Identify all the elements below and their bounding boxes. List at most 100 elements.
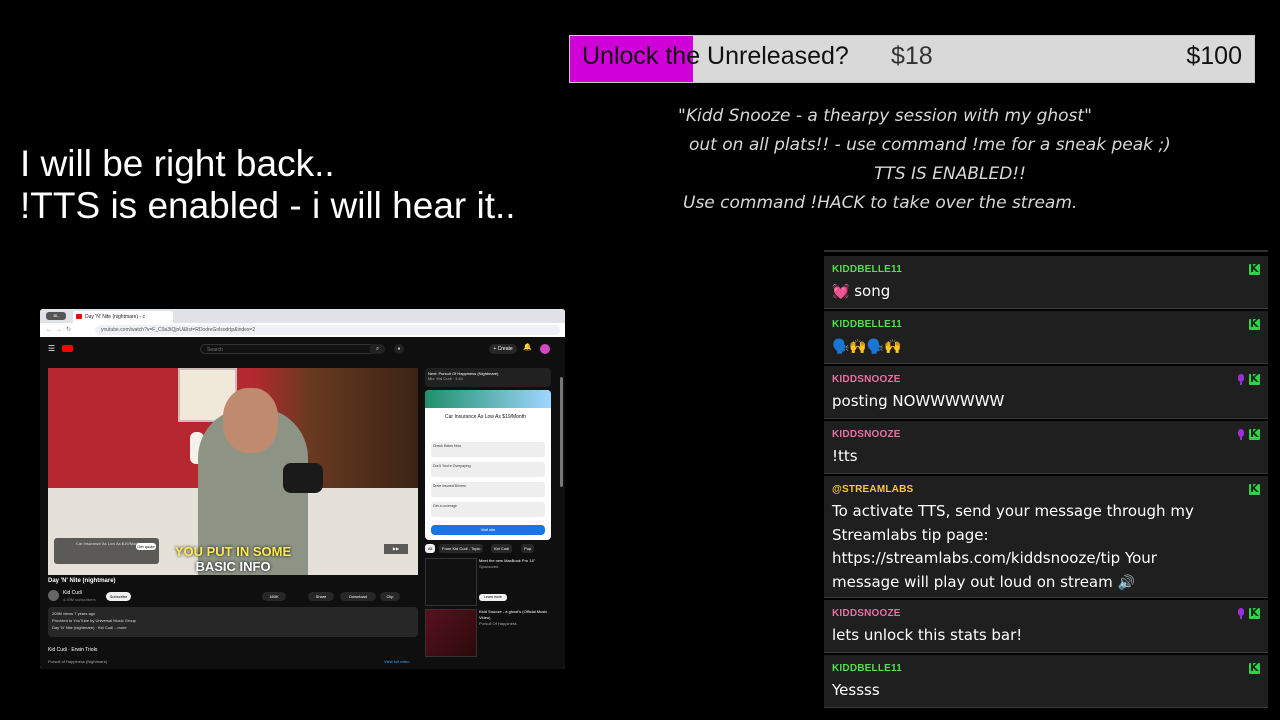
tab-title: Day 'N' Nite (nightmare) - c bbox=[85, 314, 145, 320]
chat-message-body: 💓 song bbox=[832, 280, 1228, 305]
item-text: Meet the new MacBook Pro 14" Sponsored bbox=[479, 558, 549, 570]
subscribe-button[interactable]: Subscribe bbox=[106, 592, 131, 601]
kick-badge-icon bbox=[1249, 661, 1260, 674]
youtube-page: ☰ Search ⌕ ● + Create 🔔 Car Insurance As… bbox=[40, 337, 565, 669]
ad-question[interactable]: Get a coverage bbox=[431, 502, 545, 517]
chip[interactable]: Pop bbox=[521, 544, 535, 553]
video-ad-text: Car Insurance As Low As $19/Month bbox=[76, 541, 141, 546]
youtube-search-input[interactable]: Search bbox=[200, 344, 375, 354]
goal-target-amount: $100 bbox=[1186, 42, 1242, 70]
chat-username[interactable]: KIDDSNOOZE bbox=[832, 374, 1228, 387]
channel-subscribers: 4.49M subscribers bbox=[63, 597, 96, 602]
clip-button[interactable]: Clip bbox=[380, 592, 400, 601]
ad-question[interactable]: Don't You're Overpaying bbox=[431, 462, 545, 477]
chat-username[interactable]: KIDDSNOOZE bbox=[832, 608, 1228, 621]
profile-pill[interactable]: BL bbox=[46, 312, 66, 320]
filter-chips: All From Kid Cudi - Topic Kid Cudi Pop bbox=[425, 544, 551, 555]
announcement-line: out on all plats!! - use command !me for… bbox=[689, 135, 1171, 155]
visit-site-button[interactable]: Visit site bbox=[431, 525, 545, 535]
chat-text: To activate TTS, send your message throu… bbox=[832, 502, 1194, 591]
chat-text: Yessss bbox=[832, 681, 880, 699]
item-text: Kidd Snooze - a ghost's (Official Music … bbox=[479, 609, 549, 627]
chat-text: lets unlock this stats bar! bbox=[832, 626, 1023, 644]
comments-sub: Pursuit of Happiness (Nightmare) bbox=[48, 659, 108, 664]
recommended-item[interactable]: Kidd Snooze - a ghost's (Official Music … bbox=[425, 609, 551, 657]
url-field[interactable]: youtube.com/watch?v=F_C9a3tQjnU&list=RDo… bbox=[95, 325, 560, 335]
chat-username[interactable]: KIDDBELLE11 bbox=[832, 319, 1228, 332]
youtube-logo-icon[interactable] bbox=[62, 345, 73, 352]
like-button[interactable]: 160K bbox=[262, 592, 286, 601]
browser-tab[interactable]: Day 'N' Nite (nightmare) - c bbox=[73, 311, 173, 323]
up-next-sub: Mix: Kid Cudi · 1:44 bbox=[428, 376, 463, 381]
video-title: Day 'N' Nite (nightmare) bbox=[48, 578, 116, 584]
chip-all[interactable]: All bbox=[425, 544, 436, 553]
chat-username[interactable]: KIDDBELLE11 bbox=[832, 663, 1228, 676]
avatar[interactable] bbox=[540, 344, 550, 354]
kick-badge-icon bbox=[1249, 482, 1260, 495]
chat-username[interactable]: KIDDSNOOZE bbox=[832, 429, 1228, 442]
chat-panel: KIDDBELLE11 💓 song KIDDBELLE11 🗣️🙌🗣️🙌 KIDDSN… bbox=[824, 250, 1268, 710]
learn-more-button[interactable]: Learn more bbox=[479, 594, 507, 601]
badge-group bbox=[1233, 606, 1260, 620]
kick-badge-icon bbox=[1249, 317, 1260, 330]
badge-group bbox=[1245, 262, 1260, 276]
emote-icon: 💓 bbox=[832, 284, 850, 300]
chat-message-body: 🗣️🙌🗣️🙌 bbox=[832, 335, 1228, 360]
mic-badge-icon bbox=[1237, 608, 1245, 619]
badge-group bbox=[1245, 482, 1260, 496]
ad-banner bbox=[425, 390, 551, 408]
kick-badge-icon bbox=[1249, 262, 1260, 275]
scrollbar[interactable] bbox=[560, 377, 563, 487]
youtube-header: ☰ Search ⌕ ● + Create 🔔 bbox=[40, 337, 565, 361]
browser-tab-bar: BL Day 'N' Nite (nightmare) - c bbox=[40, 309, 565, 323]
person-head bbox=[223, 388, 278, 453]
caption-line: BASIC INFO bbox=[195, 559, 271, 574]
mic-badge-icon bbox=[1237, 374, 1245, 385]
emote-icon: 🗣️🙌🗣️🙌 bbox=[832, 339, 902, 355]
bell-icon[interactable]: 🔔 bbox=[523, 343, 532, 351]
brb-message: I will be right back.. !TTS is enabled -… bbox=[20, 143, 516, 227]
chat-message: KIDDBELLE11 💓 song bbox=[824, 256, 1268, 309]
video-description[interactable]: 209M views 7 years ago Provided to YouTu… bbox=[48, 607, 418, 637]
goal-current-amount: $18 bbox=[891, 42, 933, 70]
video-caption: YOU PUT IN SOME BASIC INFO bbox=[153, 544, 313, 574]
ad-question[interactable]: Drive Insured Drivers bbox=[431, 482, 545, 497]
download-button[interactable]: Download bbox=[340, 592, 376, 601]
chip[interactable]: Kid Cudi bbox=[491, 544, 513, 553]
channel-avatar[interactable] bbox=[48, 590, 59, 601]
sidebar-ad[interactable]: Car Insurance As Low As $19/Month Check … bbox=[425, 390, 551, 540]
share-button[interactable]: Share bbox=[308, 592, 334, 601]
chat-message: KIDDSNOOZE !tts bbox=[824, 421, 1268, 474]
caption-line: YOU PUT IN SOME bbox=[174, 544, 292, 559]
skip-icon[interactable]: ▶▶ bbox=[384, 544, 408, 554]
chat-divider bbox=[824, 250, 1268, 252]
youtube-icon bbox=[76, 314, 82, 319]
view-full-link[interactable]: View full video bbox=[384, 659, 410, 664]
up-next-panel[interactable]: Next: Pursuit Of Happiness (Nightmare) M… bbox=[425, 368, 551, 387]
chat-text: !tts bbox=[832, 447, 858, 465]
ad-title: Car Insurance As Low As $19/Month bbox=[445, 414, 526, 420]
chat-message-body: lets unlock this stats bar! bbox=[832, 624, 1228, 648]
brb-line: !TTS is enabled - i will hear it.. bbox=[20, 185, 516, 226]
video-ad-overlay[interactable]: Car Insurance As Low As $19/Month Get qu… bbox=[54, 538, 159, 564]
menu-icon[interactable]: ☰ bbox=[48, 344, 55, 353]
microphone bbox=[283, 463, 323, 493]
chat-message-body: Yessss bbox=[832, 679, 1228, 703]
chat-username[interactable]: KIDDBELLE11 bbox=[832, 264, 1228, 277]
mic-icon[interactable]: ● bbox=[394, 344, 404, 354]
nav-arrows-icon[interactable]: ←→↻ bbox=[46, 326, 75, 333]
chip[interactable]: From Kid Cudi - Topic bbox=[439, 544, 484, 553]
search-icon[interactable]: ⌕ bbox=[370, 344, 385, 354]
chat-message: KIDDSNOOZE posting NOWWWWWW bbox=[824, 366, 1268, 419]
kick-badge-icon bbox=[1249, 427, 1260, 440]
chat-username[interactable]: @STREAMLABS bbox=[832, 484, 1228, 497]
badge-group bbox=[1245, 661, 1260, 675]
video-player[interactable]: Car Insurance As Low As $19/Month Get qu… bbox=[48, 368, 418, 575]
recommended-item[interactable]: Meet the new MacBook Pro 14" Sponsored L… bbox=[425, 558, 551, 606]
create-button[interactable]: + Create bbox=[489, 344, 517, 354]
ad-question[interactable]: Check Rates Now bbox=[431, 442, 545, 457]
chat-message: KIDDBELLE11 🗣️🙌🗣️🙌 bbox=[824, 311, 1268, 364]
desc-line: 209M views 7 years ago bbox=[52, 611, 96, 616]
brb-line: I will be right back.. bbox=[20, 143, 335, 184]
channel-name[interactable]: Kid Cudi bbox=[63, 590, 82, 596]
